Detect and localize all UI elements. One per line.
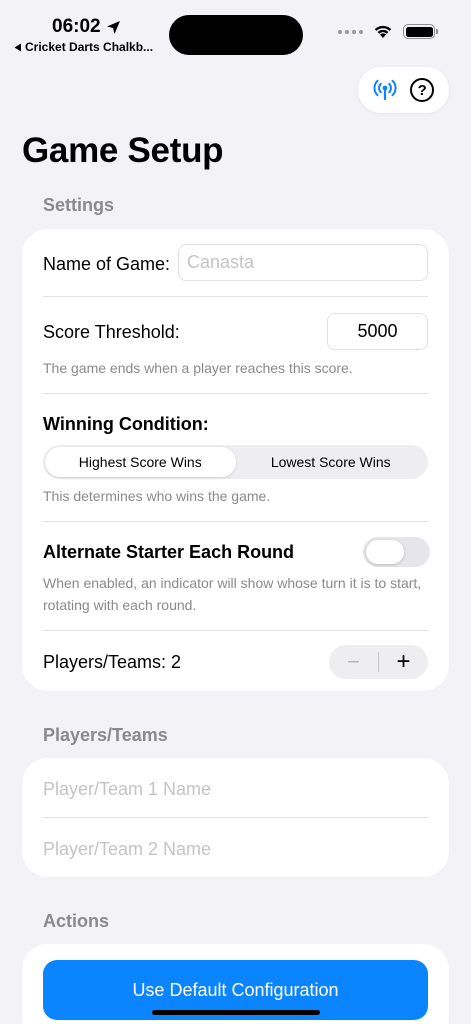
stepper-decrement-button[interactable]: − bbox=[329, 645, 378, 679]
divider bbox=[43, 296, 428, 297]
help-button[interactable]: ? bbox=[406, 74, 438, 106]
stepper-increment-button[interactable]: + bbox=[379, 645, 428, 679]
name-of-game-placeholder: Canasta bbox=[187, 252, 255, 272]
wifi-icon bbox=[374, 25, 392, 38]
alternate-starter-toggle[interactable] bbox=[363, 537, 430, 567]
settings-section-header: Settings bbox=[43, 195, 115, 215]
cellular-signal-icon bbox=[338, 29, 363, 34]
page-title: Game Setup bbox=[22, 131, 224, 170]
divider bbox=[43, 630, 428, 631]
players-stepper: − + bbox=[329, 645, 428, 679]
name-of-game-input[interactable]: Canasta bbox=[178, 244, 428, 281]
winning-condition-footnote: This determines who wins the game. bbox=[43, 488, 271, 504]
score-threshold-value: 5000 bbox=[357, 321, 398, 341]
winning-condition-picker: Highest Score Wins Lowest Score Wins bbox=[43, 445, 428, 479]
divider bbox=[43, 817, 428, 818]
player2-placeholder: Player/Team 2 Name bbox=[43, 839, 212, 859]
divider bbox=[43, 521, 428, 522]
score-threshold-footnote: The game ends when a player reaches this… bbox=[43, 360, 353, 376]
dynamic-island bbox=[169, 15, 303, 55]
use-default-configuration-label: Use Default Configuration bbox=[132, 979, 339, 1000]
player1-placeholder: Player/Team 1 Name bbox=[43, 779, 212, 799]
status-indicators bbox=[338, 24, 438, 39]
location-arrow-icon bbox=[106, 20, 120, 34]
actions-section-header: Actions bbox=[43, 911, 110, 931]
back-app-label: Cricket Darts Chalkb... bbox=[25, 40, 154, 54]
player2-name-input[interactable]: Player/Team 2 Name bbox=[43, 839, 428, 860]
toolbar-group: ? bbox=[358, 67, 449, 113]
question-circle-icon: ? bbox=[410, 78, 435, 102]
status-time: 06:02 bbox=[52, 16, 121, 38]
players-card: Player/Team 1 Name Player/Team 2 Name bbox=[22, 758, 449, 877]
battery-icon bbox=[403, 24, 438, 39]
segment-lowest-score[interactable]: Lowest Score Wins bbox=[236, 447, 427, 477]
broadcast-button[interactable] bbox=[369, 74, 401, 106]
score-threshold-input[interactable]: 5000 bbox=[327, 313, 428, 350]
settings-card: Name of Game: Canasta Score Threshold: 5… bbox=[22, 229, 449, 691]
help-symbol: ? bbox=[417, 81, 427, 99]
home-indicator bbox=[152, 1010, 320, 1015]
divider bbox=[43, 393, 428, 394]
winning-condition-label: Winning Condition: bbox=[43, 414, 209, 434]
minus-icon: − bbox=[347, 649, 360, 674]
status-time-text: 06:02 bbox=[52, 16, 101, 37]
back-triangle-icon bbox=[14, 43, 21, 51]
back-to-app-link[interactable]: Cricket Darts Chalkb... bbox=[14, 40, 153, 54]
plus-icon: + bbox=[396, 648, 411, 675]
toggle-knob bbox=[366, 540, 404, 564]
alternate-starter-footnote: When enabled, an indicator will show who… bbox=[43, 575, 422, 613]
antenna-radiowaves-icon bbox=[373, 79, 397, 101]
segment-highest-score[interactable]: Highest Score Wins bbox=[45, 447, 236, 477]
player1-name-input[interactable]: Player/Team 1 Name bbox=[43, 779, 428, 800]
players-section-header: Players/Teams bbox=[43, 725, 168, 745]
